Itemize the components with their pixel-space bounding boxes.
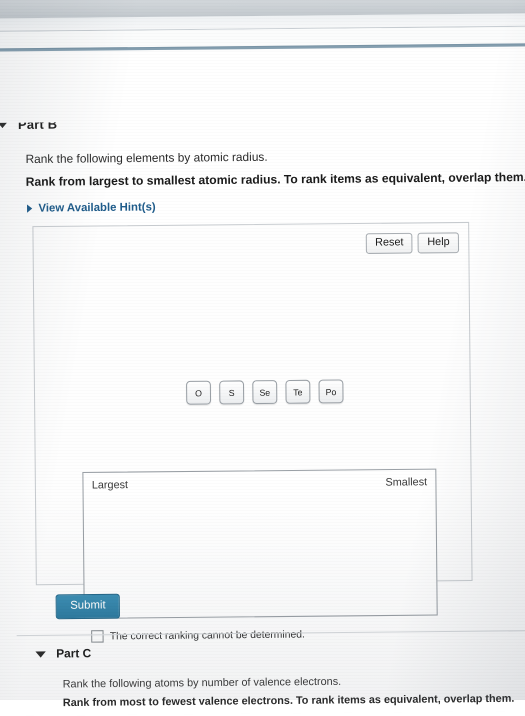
part-c-header[interactable]: Part C <box>35 648 91 661</box>
dropzone-label-smallest: Smallest <box>385 475 428 489</box>
view-hints-link[interactable]: View Available Hint(s) <box>27 201 156 215</box>
view-hints-label: View Available Hint(s) <box>38 201 156 215</box>
part-b-prompt-line2: Rank from largest to smallest atomic rad… <box>25 170 525 189</box>
ranking-dropzone[interactable]: Largest Smallest <box>82 468 438 619</box>
dropzone-label-largest: Largest <box>91 478 129 492</box>
tile-item[interactable]: S <box>219 380 245 405</box>
panel-buttons: Reset Help <box>365 232 460 254</box>
cannot-determine-label: The correct ranking cannot be determined… <box>109 628 305 642</box>
caret-down-icon[interactable] <box>35 651 46 658</box>
caret-right-icon <box>27 204 33 213</box>
part-c-prompt-line2: Rank from most to fewest valence electro… <box>62 692 515 710</box>
part-title-clip <box>0 110 525 124</box>
page-content: Part B Rank the following elements by at… <box>0 48 525 716</box>
tile-item[interactable]: O <box>186 380 212 405</box>
ranking-activity-panel: Reset Help O S Se Te Po Largest Smallest… <box>32 221 473 643</box>
browser-screen: Part B Rank the following elements by at… <box>0 0 525 716</box>
element-tiles: O S Se Te Po <box>186 379 344 405</box>
part-b-prompt-line1: Rank the following elements by atomic ra… <box>25 151 268 167</box>
tile-item[interactable]: Te <box>285 379 311 404</box>
part-c-prompt-line1: Rank the following atoms by number of va… <box>62 675 342 691</box>
tile-item[interactable]: Po <box>318 379 344 404</box>
help-button[interactable]: Help <box>417 232 460 253</box>
cannot-determine-checkbox[interactable] <box>91 630 104 643</box>
reset-button[interactable]: Reset <box>365 232 413 254</box>
cannot-determine-row[interactable]: The correct ranking cannot be determined… <box>91 628 305 643</box>
tile-item[interactable]: Se <box>252 380 278 405</box>
part-c-title: Part C <box>56 647 92 661</box>
submit-button[interactable]: Submit <box>55 593 121 620</box>
